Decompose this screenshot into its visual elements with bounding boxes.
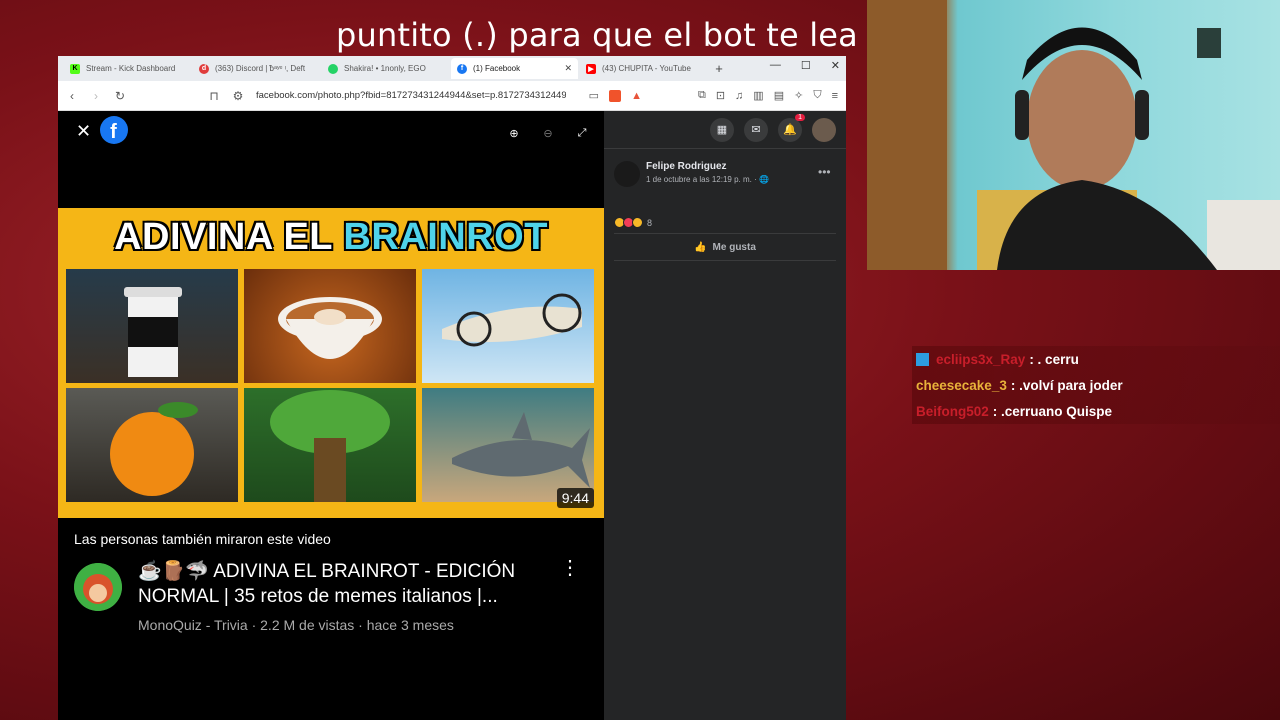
profile-avatar[interactable] — [812, 117, 836, 142]
chat-text: : .volví para joder — [1010, 377, 1123, 393]
video-duration: 9:44 — [556, 488, 594, 508]
cast-icon[interactable]: ▭ — [589, 89, 599, 102]
tab-bar: K Stream - Kick Dashboard d (363) Discor… — [58, 56, 846, 81]
suggested-video[interactable]: ☕🪵🦈 ADIVINA EL BRAINROT - EDICIÓN NORMAL… — [74, 558, 594, 649]
chat-message: cheesecake_3 : .volví para joder — [912, 372, 1280, 398]
channel-avatar[interactable] — [74, 563, 122, 611]
zoom-out-icon[interactable]: ⊖ — [538, 123, 558, 143]
new-tab-button[interactable]: + — [709, 61, 729, 76]
reload-icon[interactable]: ↻ — [114, 89, 126, 103]
stream-overlay-text: puntito (.) para que el bot te lea — [336, 16, 858, 54]
thumbnail-title: ADIVINA EL BRAINROT — [114, 216, 548, 258]
youtube-icon: ▶ — [586, 63, 596, 74]
zoom-in-icon[interactable]: ⊕ — [504, 123, 524, 143]
airplane-image — [422, 269, 594, 383]
maximize-icon[interactable]: ☐ — [801, 59, 811, 72]
close-viewer-icon[interactable]: ✕ — [76, 121, 91, 142]
address-bar: ‹ › ↻ ⊓ ⚙ facebook.com/photo.php?fbid=81… — [58, 81, 846, 111]
facebook-logo-icon[interactable]: f — [100, 116, 128, 144]
kick-badge-icon — [916, 352, 929, 366]
chat-username: Beifong502 — [916, 403, 989, 419]
extension-icon[interactable]: ⧉ — [698, 89, 706, 102]
tab-discord[interactable]: d (363) Discord | ᵬᵃʸᵉ ᵎ, Deft — [193, 58, 320, 79]
bookmark-icon[interactable]: ⊓ — [208, 89, 220, 103]
tab-facebook[interactable]: f (1) Facebook ✕ — [451, 58, 578, 79]
chat-username: cheesecake_3 — [916, 377, 1007, 393]
also-watched-heading: Las personas también miraron este video — [74, 531, 331, 547]
music-icon[interactable]: ♫ — [735, 90, 743, 102]
coffee-cup-image — [66, 269, 238, 383]
shark-image — [422, 388, 594, 502]
post-options-icon[interactable]: ••• — [818, 165, 831, 179]
messenger-icon[interactable]: ✉ — [744, 117, 768, 142]
facebook-post-panel: ▦ ✉ 🔔 1 Felipe Rodriguez 1 de octubre a l… — [604, 111, 846, 720]
care-reaction-icon — [632, 217, 643, 228]
poster-avatar[interactable] — [614, 161, 640, 187]
reaction-count: 8 — [647, 217, 653, 228]
tab-youtube[interactable]: ▶ (43) CHUPITA - YouTube — [580, 58, 707, 79]
chat-text: : . cerru — [1029, 351, 1079, 367]
chat-username: ecliips3x_Ray — [936, 351, 1026, 367]
url-field[interactable]: facebook.com/photo.php?fbid=817273431244… — [256, 90, 566, 101]
kick-icon: K — [70, 63, 80, 74]
like-button[interactable]: 👍 Me gusta — [614, 233, 836, 261]
photo-viewer: ✕ f ⊕ ⊖ ⤢ ADIVINA EL BRAINROT 9:44 Las p… — [58, 111, 604, 720]
facebook-top-bar: ▦ ✉ 🔔 1 — [604, 111, 846, 149]
video-title[interactable]: ☕🪵🦈 ADIVINA EL BRAINROT - EDICIÓN NORMAL… — [138, 559, 538, 609]
webcam-image — [867, 0, 1280, 270]
vpn-icon[interactable]: ⛉ — [813, 89, 821, 102]
fullscreen-icon[interactable]: ⤢ — [572, 123, 592, 143]
tab-whatsapp[interactable]: Shakira! • 1nonly, EGO — [322, 58, 449, 79]
poster-name[interactable]: Felipe Rodriguez — [646, 161, 786, 172]
tab-kick[interactable]: K Stream - Kick Dashboard — [64, 58, 191, 79]
cappuccino-image — [244, 269, 416, 383]
toolbar-icons: ▭ ▲ ⧉ ⊡ ♫ ▥ ▤ ✧ ⛉ ≡ — [589, 89, 838, 102]
close-window-icon[interactable]: ✕ — [831, 59, 840, 72]
brave-shield-icon[interactable] — [609, 89, 622, 102]
chat-message: Beifong502 : .cerruano Quispe — [912, 398, 1280, 424]
stream-chat: ecliips3x_Ray : . cerru cheesecake_3 : .… — [912, 346, 1280, 424]
post-date[interactable]: 1 de octubre a las 12:19 p. m. · 🌐 — [646, 175, 806, 184]
menu-icon[interactable]: ≡ — [832, 90, 838, 102]
chat-text: : .cerruano Quispe — [992, 403, 1113, 419]
leo-icon[interactable]: ✧ — [794, 89, 803, 102]
whatsapp-icon — [328, 63, 338, 74]
chat-message: ecliips3x_Ray : . cerru — [912, 346, 1280, 372]
minimize-icon[interactable]: — — [770, 59, 781, 72]
screenshot-icon[interactable]: ⊡ — [716, 89, 725, 102]
browser-window: K Stream - Kick Dashboard d (363) Discor… — [58, 56, 846, 720]
window-controls: — ☐ ✕ — [770, 59, 840, 72]
sidebar-icon[interactable]: ▥ — [753, 89, 763, 102]
reactions-summary[interactable]: 8 — [614, 217, 652, 228]
discord-icon: d — [199, 63, 209, 74]
facebook-icon: f — [457, 63, 467, 74]
rewards-icon[interactable]: ▲ — [631, 90, 642, 102]
wallet-icon[interactable]: ▤ — [774, 89, 784, 102]
orange-image — [66, 388, 238, 502]
forward-icon[interactable]: › — [90, 89, 102, 103]
site-info-icon[interactable]: ⚙ — [232, 89, 244, 103]
more-options-icon[interactable]: ⋮ — [560, 558, 580, 578]
back-icon[interactable]: ‹ — [66, 89, 78, 103]
tree-image — [244, 388, 416, 502]
video-meta: MonoQuiz - Trivia · 2.2 M de vistas · ha… — [138, 617, 454, 633]
thumbs-up-icon: 👍 — [694, 241, 707, 253]
webcam-feed — [867, 0, 1280, 270]
close-tab-icon[interactable]: ✕ — [564, 63, 572, 74]
notification-badge: 1 — [795, 113, 805, 121]
viewer-tools: ⊕ ⊖ ⤢ — [504, 123, 592, 143]
video-thumbnail[interactable]: ADIVINA EL BRAINROT 9:44 — [58, 208, 604, 518]
menu-grid-icon[interactable]: ▦ — [710, 117, 734, 142]
notifications-icon[interactable]: 🔔 1 — [778, 113, 805, 142]
